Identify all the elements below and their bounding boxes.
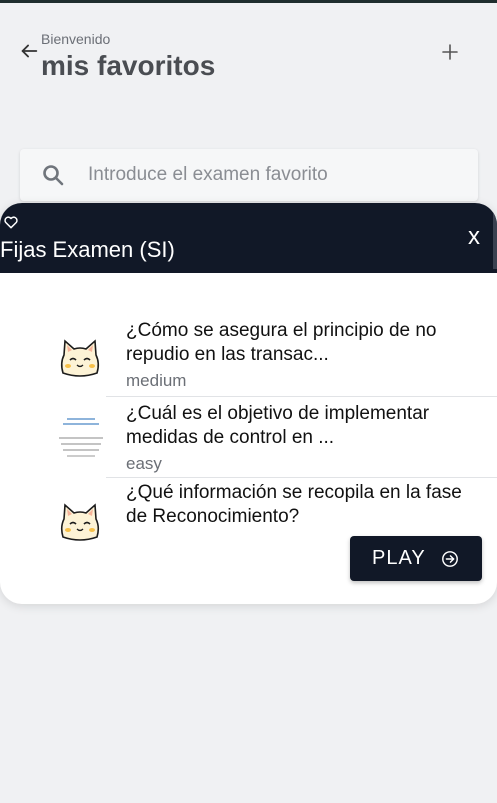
difficulty-label: medium: [126, 371, 187, 390]
top-bar-line: [0, 0, 497, 3]
question-item[interactable]: ¿Cómo se asegura el principio de no repu…: [0, 313, 497, 395]
play-label: PLAY: [372, 547, 426, 569]
search-bar: [20, 149, 478, 201]
page-title: mis favoritos: [41, 50, 216, 81]
add-button[interactable]: [440, 42, 460, 62]
header: Bienvenido mis favoritos: [0, 28, 497, 88]
modal-title: Fijas Examen (SI): [0, 237, 175, 262]
arrow-circle-right-icon: [442, 551, 458, 567]
play-button[interactable]: PLAY: [350, 536, 482, 581]
search-input[interactable]: [88, 149, 468, 201]
divider: [106, 477, 497, 478]
heart-outline-icon[interactable]: [3, 214, 19, 230]
question-text: ¿Qué información se recopila en la fase …: [126, 482, 462, 527]
modal-header: Fijas Examen (SI) x: [0, 203, 497, 273]
question-item[interactable]: ¿Qué información se recopila en la fase …: [0, 479, 497, 541]
back-button[interactable]: [18, 40, 40, 62]
page: Bienvenido mis favoritos Fijas Examen (S…: [0, 0, 497, 803]
question-text: ¿Cuál es el objetivo de implementar medi…: [126, 403, 430, 448]
question-text: ¿Cómo se asegura el principio de no repu…: [126, 320, 437, 365]
search-icon: [43, 165, 64, 186]
close-button[interactable]: x: [468, 223, 480, 251]
cat-face-icon: [60, 339, 100, 377]
question-item[interactable]: ¿Cuál es el objetivo de implementar medi…: [0, 397, 497, 479]
difficulty-label: easy: [126, 454, 162, 473]
favorites-modal: Fijas Examen (SI) x ¿Cómo se asegura el …: [0, 203, 497, 604]
document-thumbnail-icon: [55, 407, 107, 465]
plus-icon: [442, 44, 458, 60]
scrollbar[interactable]: [493, 203, 497, 269]
cat-face-icon: [60, 503, 100, 541]
header-subtitle: Bienvenido: [41, 31, 111, 47]
arrow-left-icon: [21, 44, 38, 58]
